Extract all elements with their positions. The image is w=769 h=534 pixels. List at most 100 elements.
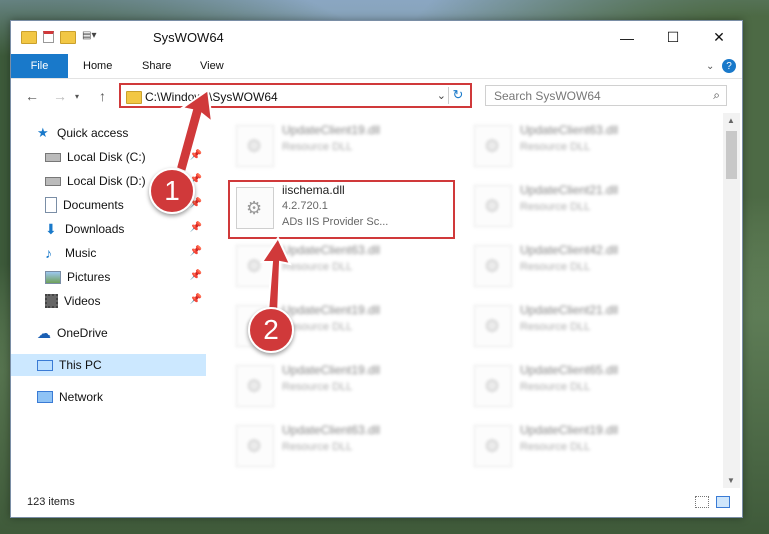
large-icons-view-icon[interactable] xyxy=(716,496,730,508)
nav-label: OneDrive xyxy=(57,326,108,340)
file-type: Resource DLL xyxy=(520,261,591,273)
close-button[interactable]: ✕ xyxy=(696,21,742,54)
file-name: UpdateClient19.dll xyxy=(282,303,381,317)
dll-file-icon xyxy=(474,365,512,407)
search-icon: ⌕ xyxy=(713,88,720,102)
computer-icon xyxy=(37,359,53,371)
file-item[interactable]: UpdateClient63.dll Resource DLL xyxy=(468,119,688,171)
address-path[interactable]: C:\Windows\SysWOW64 xyxy=(145,90,278,104)
file-highlight-box xyxy=(228,180,455,239)
file-type: Resource DLL xyxy=(282,381,353,393)
nav-label: Downloads xyxy=(65,222,125,236)
pin-icon: 📌 xyxy=(189,294,202,305)
ribbon-tabs: File Home Share View ⌄ ? xyxy=(11,54,742,79)
file-item[interactable]: UpdateClient65.dll Resource DLL xyxy=(468,359,688,411)
nav-network[interactable]: Network xyxy=(11,386,206,408)
nav-downloads[interactable]: ⬇ Downloads 📌 xyxy=(11,218,206,240)
status-bar: 123 items xyxy=(11,488,742,517)
file-item[interactable]: UpdateClient42.dll Resource DLL xyxy=(468,239,688,291)
dll-file-icon xyxy=(236,125,274,167)
file-name: UpdateClient63.dll xyxy=(282,243,381,257)
file-type: Resource DLL xyxy=(282,441,353,453)
nav-label: Music xyxy=(65,246,97,260)
tab-home[interactable]: Home xyxy=(83,54,112,78)
nav-this-pc[interactable]: This PC xyxy=(11,354,206,376)
nav-label: Local Disk (D:) xyxy=(67,174,146,188)
nav-label: Local Disk (C:) xyxy=(67,150,146,164)
pin-icon: 📌 xyxy=(189,222,202,233)
maximize-button[interactable]: ☐ xyxy=(650,21,696,54)
details-view-icon[interactable] xyxy=(695,496,709,508)
up-arrow-icon[interactable]: ↑ xyxy=(99,88,106,104)
file-name: UpdateClient63.dll xyxy=(282,423,381,437)
scroll-up-icon[interactable]: ▲ xyxy=(727,116,735,125)
properties-icon[interactable] xyxy=(43,31,54,43)
file-type: Resource DLL xyxy=(520,321,591,333)
file-type: Resource DLL xyxy=(282,141,353,153)
minimize-button[interactable]: — xyxy=(604,21,650,54)
address-dropdown-icon[interactable]: ⌄ xyxy=(437,89,446,102)
document-icon xyxy=(45,197,57,213)
drive-icon xyxy=(45,152,61,162)
vertical-scrollbar[interactable]: ▲ ▼ xyxy=(723,113,740,488)
nav-quick-access[interactable]: ★ Quick access xyxy=(11,122,206,144)
file-name: UpdateClient21.dll xyxy=(520,183,619,197)
file-name: UpdateClient63.dll xyxy=(520,123,619,137)
file-name: UpdateClient42.dll xyxy=(520,243,619,257)
file-item[interactable]: UpdateClient63.dll Resource DLL xyxy=(230,239,450,291)
scrollbar-thumb[interactable] xyxy=(726,131,737,179)
cloud-icon: ☁ xyxy=(37,325,51,341)
recent-dropdown-icon[interactable]: ▾ xyxy=(75,92,79,101)
step-2-badge: 2 xyxy=(248,307,294,353)
pin-icon: 📌 xyxy=(189,150,202,161)
new-folder-icon[interactable] xyxy=(60,30,76,44)
nav-onedrive[interactable]: ☁ OneDrive xyxy=(11,322,206,344)
file-type: Resource DLL xyxy=(520,381,591,393)
scroll-down-icon[interactable]: ▼ xyxy=(727,476,735,485)
customize-toolbar-icon[interactable]: ▤▾ xyxy=(82,30,106,44)
nav-label: Quick access xyxy=(57,126,129,140)
pin-icon: 📌 xyxy=(189,270,202,281)
file-item[interactable]: UpdateClient21.dll Resource DLL xyxy=(468,179,688,231)
tab-share[interactable]: Share xyxy=(142,54,171,78)
file-item[interactable]: UpdateClient19.dll Resource DLL xyxy=(230,359,450,411)
file-item[interactable]: UpdateClient19.dll Resource DLL xyxy=(468,419,688,471)
file-name: UpdateClient19.dll xyxy=(282,123,381,137)
back-arrow-icon[interactable]: ← xyxy=(25,88,39,104)
music-note-icon: ♪ xyxy=(45,245,52,261)
address-bar[interactable]: C:\Windows\SysWOW64 ⌄ ↻ xyxy=(119,83,472,108)
nav-videos[interactable]: Videos 📌 xyxy=(11,290,206,312)
nav-music[interactable]: ♪ Music 📌 xyxy=(11,242,206,264)
star-icon: ★ xyxy=(37,125,49,140)
search-box[interactable]: Search SysWOW64 ⌕ xyxy=(485,85,727,106)
search-placeholder: Search SysWOW64 xyxy=(494,89,601,103)
tab-view[interactable]: View xyxy=(200,54,224,78)
step-1-badge: 1 xyxy=(149,168,195,214)
file-name: UpdateClient65.dll xyxy=(520,363,619,377)
file-item[interactable]: UpdateClient21.dll Resource DLL xyxy=(468,299,688,351)
refresh-icon[interactable]: ↻ xyxy=(448,87,467,104)
title-bar: ▤▾ SysWOW64 — ☐ ✕ xyxy=(11,21,742,54)
tab-file[interactable]: File xyxy=(11,54,68,78)
dll-file-icon xyxy=(236,365,274,407)
navigation-bar: ← → ▾ ↑ C:\Windows\SysWOW64 ⌄ ↻ Search S… xyxy=(11,79,742,113)
download-arrow-icon: ⬇ xyxy=(45,221,57,237)
dll-file-icon xyxy=(236,425,274,467)
help-icon[interactable]: ? xyxy=(722,59,736,73)
dll-file-icon xyxy=(474,245,512,287)
file-list: UpdateClient19.dll Resource DLL UpdateCl… xyxy=(206,113,723,488)
nav-pictures[interactable]: Pictures 📌 xyxy=(11,266,206,288)
pin-icon: 📌 xyxy=(189,246,202,257)
nav-label: Network xyxy=(59,390,104,404)
nav-label: Pictures xyxy=(67,270,111,284)
file-item[interactable]: UpdateClient19.dll Resource DLL xyxy=(230,119,450,171)
forward-arrow-icon[interactable]: → xyxy=(53,88,67,104)
dll-file-icon xyxy=(236,245,274,287)
nav-local-disk-c[interactable]: Local Disk (C:) 📌 xyxy=(11,146,206,168)
file-name: UpdateClient19.dll xyxy=(520,423,619,437)
file-name: UpdateClient19.dll xyxy=(282,363,381,377)
ribbon-expand-icon[interactable]: ⌄ xyxy=(706,54,714,78)
nav-label: Documents xyxy=(63,198,124,212)
file-item[interactable]: UpdateClient63.dll Resource DLL xyxy=(230,419,450,471)
nav-label: Videos xyxy=(64,294,101,308)
